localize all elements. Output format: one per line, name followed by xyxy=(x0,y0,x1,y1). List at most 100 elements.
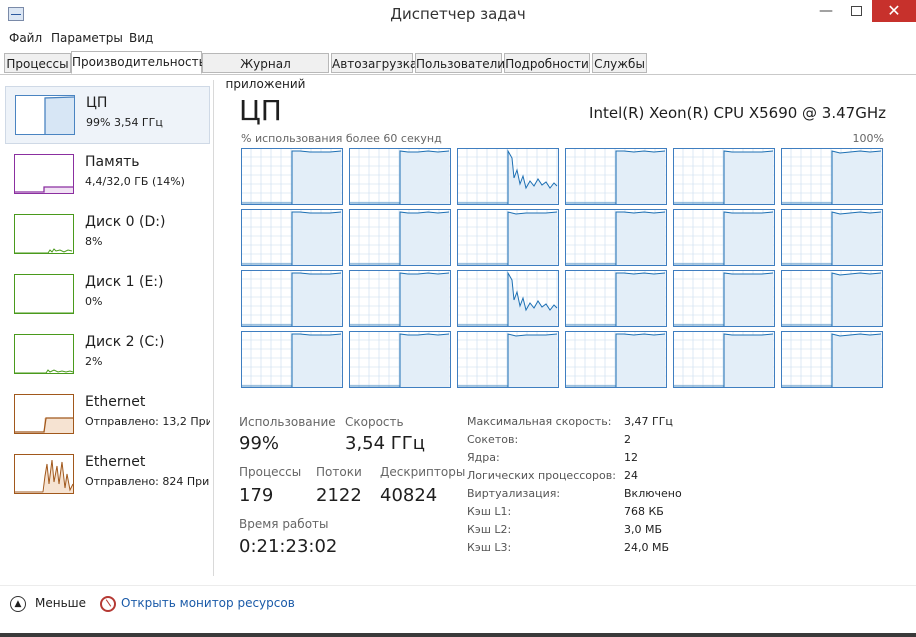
info-value: 3,47 ГГц xyxy=(624,415,673,428)
sidebar-item-value: Отправлено: 13,2 Прин xyxy=(85,415,210,428)
page-title: ЦП xyxy=(239,94,282,127)
info-label: Логических процессоров: xyxy=(467,469,616,482)
speed-label: Скорость xyxy=(345,415,404,429)
sidebar-item-disk0[interactable]: Диск 0 (D:) 8% xyxy=(5,206,210,264)
info-value: 24,0 МБ xyxy=(624,541,670,554)
graph-label: % использования более 60 секунд xyxy=(241,132,442,145)
uptime-label: Время работы xyxy=(239,517,329,531)
cpu-detail-panel: ЦП Intel(R) Xeon(R) CPU X5690 @ 3.47GHz … xyxy=(214,80,916,576)
tab-services[interactable]: Службы xyxy=(592,53,647,73)
sidebar-item-label: Диск 2 (C:) xyxy=(85,334,165,350)
info-label: Кэш L2: xyxy=(467,523,512,536)
logical-cpu-graph xyxy=(457,270,559,327)
sidebar-item-cpu[interactable]: ЦП 99% 3,54 ГГц xyxy=(5,86,210,144)
sidebar-item-memory[interactable]: Память 4,4/32,0 ГБ (14%) xyxy=(5,146,210,204)
processes-label: Процессы xyxy=(239,465,302,479)
tab-performance[interactable]: Производительность xyxy=(71,51,206,74)
speed-value: 3,54 ГГц xyxy=(345,433,426,454)
info-label: Сокетов: xyxy=(467,433,519,446)
memory-thumbnail xyxy=(14,154,74,194)
logical-cpu-graph xyxy=(673,148,775,205)
logical-cpu-graph xyxy=(565,148,667,205)
logical-cpu-graph xyxy=(457,148,559,205)
uptime-value: 0:21:23:02 xyxy=(239,536,338,557)
logical-cpu-graph xyxy=(241,209,343,266)
logical-cpu-graph xyxy=(781,270,883,327)
threads-value: 2122 xyxy=(316,485,362,506)
logical-cpu-graph xyxy=(457,331,559,388)
info-value: 12 xyxy=(624,451,638,464)
logical-cpu-graph xyxy=(673,209,775,266)
sidebar-item-value: Отправлено: 824 Прин xyxy=(85,475,210,488)
info-value: 2 xyxy=(624,433,631,446)
info-label: Ядра: xyxy=(467,451,500,464)
tab-users[interactable]: Пользователи xyxy=(415,53,505,73)
sidebar-item-label: Диск 1 (E:) xyxy=(85,274,164,290)
handles-label: Дескрипторы xyxy=(380,465,466,479)
tab-startup[interactable]: Автозагрузка xyxy=(331,53,417,73)
info-value: Включено xyxy=(624,487,682,500)
usage-label: Использование xyxy=(239,415,336,429)
taskbar-edge xyxy=(0,633,916,637)
logical-cpu-graph xyxy=(565,209,667,266)
maximize-button[interactable] xyxy=(842,0,870,22)
tab-strip: Процессы Производительность Журнал прило… xyxy=(0,51,916,91)
tab-details[interactable]: Подробности xyxy=(504,53,590,73)
sidebar-item-ethernet-2[interactable]: Ethernet Отправлено: 824 Прин xyxy=(5,446,210,504)
processes-value: 179 xyxy=(239,485,274,506)
window-title: Диспетчер задач xyxy=(390,5,526,23)
ethernet2-thumbnail xyxy=(14,454,74,494)
menu-options[interactable]: Параметры xyxy=(51,31,123,45)
title-bar: Диспетчер задач — ✕ xyxy=(0,0,916,28)
sidebar-item-value: 8% xyxy=(85,235,103,248)
info-value: 24 xyxy=(624,469,638,482)
info-value: 3,0 МБ xyxy=(624,523,663,536)
cpu-model: Intel(R) Xeon(R) CPU X5690 @ 3.47GHz xyxy=(589,104,886,122)
logical-cpu-graph xyxy=(457,209,559,266)
sidebar-item-ethernet-1[interactable]: Ethernet Отправлено: 13,2 Прин xyxy=(5,386,210,444)
sidebar-item-label: Ethernet xyxy=(85,454,146,470)
info-label: Кэш L3: xyxy=(467,541,512,554)
logical-cpu-graph xyxy=(241,270,343,327)
info-label: Кэш L1: xyxy=(467,505,512,518)
close-button[interactable]: ✕ xyxy=(872,0,916,22)
menu-file[interactable]: Файл xyxy=(9,31,42,45)
threads-label: Потоки xyxy=(316,465,362,479)
handles-value: 40824 xyxy=(380,485,438,506)
sidebar-item-value: 99% 3,54 ГГц xyxy=(86,116,163,129)
open-resource-monitor-link[interactable]: Открыть монитор ресурсов xyxy=(121,596,295,610)
logical-cpu-graph xyxy=(241,148,343,205)
menu-view[interactable]: Вид xyxy=(129,31,153,45)
logical-cpu-graph xyxy=(565,270,667,327)
sidebar-item-label: Ethernet xyxy=(85,394,146,410)
logical-cpu-graph xyxy=(241,331,343,388)
logical-cpu-graph xyxy=(565,331,667,388)
logical-cpu-graph xyxy=(349,209,451,266)
logical-cpu-graph xyxy=(781,209,883,266)
sidebar-item-value: 2% xyxy=(85,355,103,368)
logical-cpu-graph xyxy=(673,331,775,388)
sidebar-item-value: 0% xyxy=(85,295,103,308)
logical-cpu-graph xyxy=(673,270,775,327)
info-label: Виртуализация: xyxy=(467,487,561,500)
info-value: 768 КБ xyxy=(624,505,664,518)
sidebar-item-disk2[interactable]: Диск 2 (C:) 2% xyxy=(5,326,210,384)
usage-value: 99% xyxy=(239,433,280,454)
disk1-thumbnail xyxy=(14,274,74,314)
cpu-thumbnail xyxy=(15,95,75,135)
ethernet1-thumbnail xyxy=(14,394,74,434)
disk2-thumbnail xyxy=(14,334,74,374)
fewer-details-button[interactable]: Меньше xyxy=(35,596,86,610)
resource-sidebar: ЦП 99% 3,54 ГГц Память 4,4/32,0 ГБ (14%)… xyxy=(0,80,214,576)
minimize-button[interactable]: — xyxy=(811,0,841,22)
tab-processes[interactable]: Процессы xyxy=(4,53,71,73)
logical-processor-graphs xyxy=(241,148,885,390)
graph-max-label: 100% xyxy=(852,132,884,145)
disk0-thumbnail xyxy=(14,214,74,254)
chevron-up-icon[interactable]: ▲ xyxy=(10,596,26,612)
tab-app-history[interactable]: Журнал приложений xyxy=(202,53,329,91)
resource-monitor-icon[interactable] xyxy=(100,596,116,612)
sidebar-item-disk1[interactable]: Диск 1 (E:) 0% xyxy=(5,266,210,324)
sidebar-item-value: 4,4/32,0 ГБ (14%) xyxy=(85,175,185,188)
sidebar-item-label: ЦП xyxy=(86,95,108,111)
